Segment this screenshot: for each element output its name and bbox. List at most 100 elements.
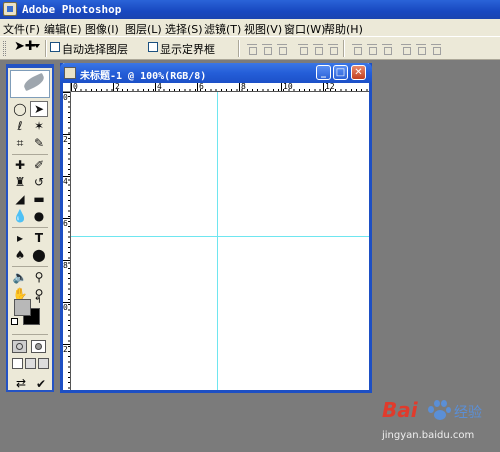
history-brush-tool-icon[interactable]: ↺ (30, 174, 48, 190)
vertical-guide[interactable] (217, 92, 218, 390)
ruler-label: 2 (63, 345, 68, 354)
maximize-button[interactable]: □ (333, 65, 348, 80)
menu-help[interactable]: 帮助(H) (324, 21, 363, 37)
minimize-button[interactable]: _ (316, 65, 331, 80)
type-tool-icon[interactable]: T (30, 230, 48, 246)
distribute-horizontal-center-icon[interactable] (415, 42, 427, 55)
distribute-left-icon[interactable] (400, 42, 412, 55)
baidu-jingyan-watermark: Bai 经验 jingyan.baidu.com (382, 396, 494, 446)
document-window[interactable]: 未标题-1 @ 100%(RGB/8) _ □ ✕ 0 2 4 6 8 10 1… (60, 63, 372, 393)
watermark-brand-right: 经验 (454, 405, 482, 421)
eraser-tool-icon[interactable]: ◢ (11, 191, 29, 207)
distribute-vertical-group (351, 42, 393, 55)
pen-tool-icon[interactable]: ♠ (11, 247, 29, 263)
full-screen-mode-button[interactable] (38, 358, 49, 369)
align-horizontal-center-icon[interactable] (312, 42, 324, 55)
divider (12, 266, 48, 267)
divider (12, 154, 48, 155)
checkmark-icon[interactable]: ✔ (32, 376, 50, 392)
distribute-right-icon[interactable] (430, 42, 442, 55)
vertical-ruler[interactable]: 0 2 4 6 8 0 2 (63, 92, 71, 390)
align-left-icon[interactable] (297, 42, 309, 55)
gradient-tool-icon[interactable]: ▬ (30, 191, 48, 207)
standard-mode-button[interactable] (12, 340, 27, 353)
ruler-tick (155, 83, 156, 91)
divider (12, 227, 48, 228)
full-screen-menu-mode-button[interactable] (25, 358, 36, 369)
divider (12, 334, 48, 335)
clone-stamp-tool-icon[interactable]: ♜ (11, 174, 29, 190)
ruler-tick (113, 83, 114, 91)
ruler-label: 10 (283, 83, 293, 91)
show-bounding-box-checkbox[interactable] (148, 42, 158, 52)
options-bar-grip[interactable] (3, 41, 6, 56)
baidu-paw-logo-icon (426, 398, 452, 422)
tool-preset-picker[interactable]: ➤✚ (12, 39, 42, 57)
menu-filter[interactable]: 滤镜(T) (204, 21, 241, 37)
app-title-bar[interactable]: Adobe Photoshop (0, 0, 500, 19)
ruler-label: 2 (115, 83, 120, 91)
default-colors-icon[interactable] (11, 318, 18, 325)
move-tool-icon[interactable]: ➤ (30, 101, 48, 117)
document-canvas[interactable] (71, 92, 369, 390)
ruler-label: 8 (241, 83, 246, 91)
slice-tool-icon[interactable]: ✎ (30, 135, 48, 151)
ruler-label: 4 (157, 83, 162, 91)
ruler-label: 0 (73, 83, 78, 91)
lasso-tool-icon[interactable]: ℓ (11, 118, 29, 134)
menu-edit[interactable]: 编辑(E) (44, 21, 82, 37)
ruler-label: 8 (63, 261, 68, 270)
ruler-tick (197, 83, 198, 91)
divider (343, 40, 345, 57)
quick-mask-mode-button[interactable] (31, 340, 46, 353)
ruler-tick (71, 83, 72, 91)
ruler-tick (239, 83, 240, 91)
auto-select-layer-checkbox[interactable] (50, 42, 60, 52)
menu-bar: 文件(F) 编辑(E) 图像(I) 图层(L) 选择(S) 滤镜(T) 视图(V… (0, 19, 500, 36)
toolbox-header-logo[interactable] (10, 70, 50, 98)
marquee-tool-icon[interactable]: ◯ (11, 101, 29, 117)
options-bar: ➤✚ 自动选择图层 显示定界框 (0, 36, 500, 60)
document-title-bar[interactable]: 未标题-1 @ 100%(RGB/8) _ □ ✕ (60, 63, 372, 83)
ruler-label: 0 (63, 93, 68, 102)
align-bottom-icon[interactable] (276, 42, 288, 55)
crop-tool-icon[interactable]: ⌗ (11, 135, 29, 151)
standard-screen-mode-button[interactable] (12, 358, 23, 369)
align-right-icon[interactable] (327, 42, 339, 55)
distribute-top-icon[interactable] (351, 42, 363, 55)
ruler-label: 4 (63, 177, 68, 186)
eyedropper-tool-icon[interactable]: ⚲ (30, 269, 48, 285)
custom-shape-tool-icon[interactable]: ⬤ (30, 247, 48, 263)
healing-brush-tool-icon[interactable]: ✚ (11, 157, 29, 173)
ruler-label: 6 (63, 219, 68, 228)
distribute-vertical-center-icon[interactable] (366, 42, 378, 55)
jump-to-imageready-icon[interactable]: ⇄ (12, 376, 30, 390)
menu-file[interactable]: 文件(F) (3, 21, 40, 37)
document-icon[interactable] (64, 67, 76, 79)
swap-colors-icon[interactable]: ↰ (34, 296, 42, 306)
menu-window[interactable]: 窗口(W) (284, 21, 325, 37)
align-vertical-center-icon[interactable] (261, 42, 273, 55)
menu-select[interactable]: 选择(S) (165, 21, 203, 37)
toolbox-palette[interactable]: ◯ ➤ ℓ ✶ ⌗ ✎ ✚ ✐ ♜ ↺ ◢ ▬ 💧 ● ▸ T ♠ ⬤ 🔈 ⚲ … (6, 64, 54, 392)
menu-image[interactable]: 图像(I) (85, 21, 119, 37)
path-selection-tool-icon[interactable]: ▸ (11, 230, 29, 246)
magic-wand-tool-icon[interactable]: ✶ (30, 118, 48, 134)
divider (238, 40, 240, 57)
menu-view[interactable]: 视图(V) (244, 21, 282, 37)
menu-layer[interactable]: 图层(L) (125, 21, 162, 37)
align-top-icon[interactable] (246, 42, 258, 55)
auto-select-layer-label: 自动选择图层 (62, 43, 128, 56)
foreground-color-swatch[interactable] (14, 299, 31, 316)
notes-tool-icon[interactable]: 🔈 (11, 269, 29, 285)
horizontal-guide[interactable] (71, 236, 369, 237)
photoshop-app-icon[interactable] (3, 2, 17, 16)
brush-tool-icon[interactable]: ✐ (30, 157, 48, 173)
dodge-tool-icon[interactable]: ● (30, 208, 48, 224)
blur-tool-icon[interactable]: 💧 (11, 208, 29, 224)
horizontal-ruler[interactable]: 0 2 4 6 8 10 12 (71, 83, 369, 92)
ruler-origin[interactable] (63, 83, 71, 92)
close-button[interactable]: ✕ (351, 65, 366, 80)
move-tool-icon: ➤✚ (14, 39, 36, 54)
distribute-bottom-icon[interactable] (381, 42, 393, 55)
